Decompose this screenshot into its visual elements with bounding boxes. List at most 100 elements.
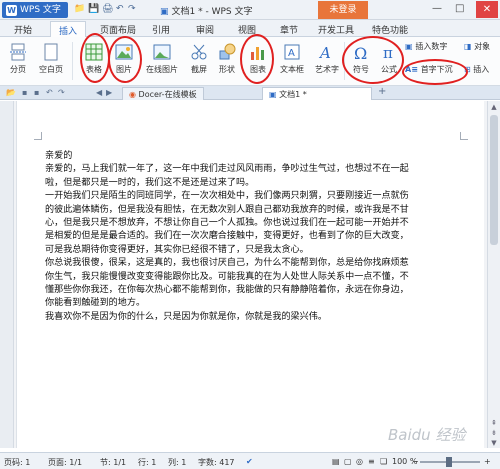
paragraph-line: 心，但是我只是不想放弃，不想让你自己一个人孤独。你也说过我们在一起可能一开始并不 — [45, 218, 409, 229]
status-row: 行: 1 — [138, 458, 157, 467]
zoom-in-icon[interactable]: + — [484, 457, 491, 466]
paragraph-line: 亲爱的 — [45, 151, 73, 161]
paragraph-line: 你能看到触碰到的地方。 — [45, 298, 146, 309]
screenshot-button[interactable]: 截屏 — [186, 42, 212, 75]
login-button[interactable]: 未登录 — [318, 1, 368, 19]
zoom-slider-thumb[interactable] — [446, 457, 452, 467]
annotation-circle-chart — [240, 34, 274, 84]
tab-home[interactable]: 开始 — [14, 23, 32, 36]
undo-small-icon[interactable]: ↶ — [46, 88, 53, 97]
paragraph-line: 可是我总期待你变得更好，其实你已经很不错了，只是我太贪心。 — [45, 244, 309, 255]
tab-document1[interactable]: ▣ 文档1 * — [262, 87, 372, 100]
wps-logo-icon: W — [6, 5, 17, 16]
paragraph-line: 懂那些你你我还，在你每次热心都不能帮到你，我能做的只有静静陪着你，永远在你身边， — [45, 285, 409, 296]
app-menu-button[interactable]: WWPS 文字 ▾ — [2, 2, 68, 31]
window-title: ▣ 文档1 * - WPS 文字 — [160, 7, 253, 17]
annotation-circle-picture — [108, 36, 142, 83]
paragraph-line: 亲爱的，马上我们就一年了，这一年中我们走过风风雨雨，争吵过生气过，也想过不在一起 — [45, 164, 409, 175]
tab-developer[interactable]: 开发工具 — [318, 23, 354, 36]
paragraph-line: 的彼此遍体鳞伤，但是我没有胆怯，在无数次别人跟自己都劝我放弃的时候，或许我是不甘 — [45, 204, 409, 215]
tab-review[interactable]: 审阅 — [196, 23, 214, 36]
textbox-button[interactable]: A 文本框 — [275, 42, 309, 75]
status-col: 列: 1 — [168, 458, 187, 467]
blank-page-icon — [44, 43, 58, 61]
scrollbar-thumb[interactable] — [490, 115, 498, 245]
scroll-down-icon[interactable]: ▼ — [488, 439, 500, 447]
insert-number-button[interactable]: ▣ 插入数字 — [405, 41, 465, 52]
document-tab-bar: 📂 ▪ ▪ ↶ ↷ ◀ ▶ ◉ Docer-在线模板 ▣ 文档1 * + — [0, 86, 500, 100]
save-icon[interactable]: 💾 — [88, 4, 99, 14]
paragraph-line: 我喜欢你不是因为你的什么，只是因为你就是你，你就是我的梁兴伟。 — [45, 311, 327, 322]
spellcheck-icon[interactable]: ✔ — [246, 457, 253, 466]
close-button[interactable]: ✕ — [476, 1, 498, 18]
shapes-button[interactable]: 形状 — [214, 42, 240, 75]
scroll-up-icon[interactable]: ▲ — [488, 103, 500, 111]
margin-corner-mark — [34, 132, 42, 140]
nav-right-icon[interactable]: ▶ — [106, 88, 112, 97]
folder-icon[interactable]: 📂 — [6, 88, 16, 97]
view-read-icon[interactable]: ❏ — [380, 457, 387, 466]
tab-special[interactable]: 特色功能 — [372, 23, 408, 36]
print-small-icon[interactable]: ▪ — [34, 88, 39, 97]
undo-icon[interactable]: ↶ — [116, 4, 124, 14]
redo-small-icon[interactable]: ↷ — [58, 88, 65, 97]
svg-text:A: A — [288, 48, 295, 59]
number-icon: ▣ — [405, 42, 416, 51]
tab-docer-templates[interactable]: ◉ Docer-在线模板 — [122, 87, 204, 100]
new-tab-button[interactable]: + — [378, 86, 386, 97]
baidu-watermark: Baidu 经验 — [388, 426, 466, 444]
page-break-icon — [10, 43, 26, 61]
view-web-icon[interactable]: ◎ — [356, 457, 363, 466]
svg-text:A: A — [318, 44, 331, 62]
blank-page-button[interactable]: 空白页 — [34, 42, 68, 75]
tab-references[interactable]: 引用 — [152, 23, 170, 36]
wordart-button[interactable]: A 艺术字 — [310, 42, 344, 75]
toolbar-separator — [72, 42, 73, 80]
paragraph-line: 是相爱的但是是最合适的。我们在一次次磨合接触中，变得更好，也看到了你的巨大改变， — [45, 231, 409, 242]
status-words[interactable]: 字数: 417 — [198, 457, 235, 468]
page-break-button[interactable]: 分页 — [4, 42, 32, 75]
maximize-button[interactable]: □ — [455, 3, 464, 14]
paragraph-line: 你生气，我只能慢慢改变变得能跟你比及。可能我真的在为人处世人际关系中一点不懂，不 — [45, 271, 409, 282]
view-outline-icon[interactable]: ≡ — [368, 457, 375, 466]
annotation-circle-dropcap — [402, 59, 468, 85]
object-icon: ◨ — [464, 42, 475, 51]
prev-page-icon[interactable]: ⇞ — [488, 419, 500, 427]
document-icon: ▣ — [160, 7, 169, 17]
nav-left-icon[interactable]: ◀ — [96, 88, 102, 97]
save-small-icon[interactable]: ▪ — [22, 88, 27, 97]
paragraph-line: 你总说我很傻，很呆，这是真的，我也很讨厌自己，为什么不能帮到你，总是给你找麻烦惹 — [45, 258, 409, 269]
insert-more-button[interactable]: ⊞ 插入 — [464, 64, 500, 75]
status-pages: 页面: 1/1 — [48, 458, 83, 467]
minimize-button[interactable]: — — [432, 3, 442, 14]
annotation-circle-symbol-formula — [342, 36, 404, 84]
paragraph-line: 一开始我们只是陌生的同班同学，在一次次相处中，我们像两只刺猬，只要刚接近一点就伤 — [45, 191, 409, 202]
ribbon-tabs: 开始 插入 页面布局 引用 审阅 视图 章节 开发工具 特色功能 — [0, 20, 500, 38]
view-full-icon[interactable]: ▢ — [344, 457, 352, 466]
status-section: 节: 1/1 — [100, 458, 127, 467]
annotation-circle-table — [80, 33, 110, 83]
open-icon[interactable]: 📁 — [74, 4, 85, 14]
online-picture-icon — [153, 44, 171, 60]
online-picture-button[interactable]: 在线图片 — [142, 42, 182, 75]
tab-insert[interactable]: 插入 — [50, 21, 87, 38]
redo-icon[interactable]: ↷ — [128, 4, 136, 14]
view-print-icon[interactable]: ▤ — [332, 457, 340, 466]
zoom-out-icon[interactable]: − — [412, 457, 419, 466]
object-button[interactable]: ◨ 对象 — [464, 41, 500, 52]
margin-corner-mark — [460, 132, 468, 140]
vertical-scrollbar[interactable]: ▲ ⇞ ⇟ ▼ — [487, 101, 500, 448]
shapes-icon — [219, 43, 236, 60]
document-body[interactable]: 亲爱的 亲爱的，马上我们就一年了，这一年中我们走过风风雨雨，争吵过生气过，也想过… — [45, 150, 445, 324]
tab-page-layout[interactable]: 页面布局 — [100, 23, 136, 36]
print-icon[interactable]: 🖨 — [102, 4, 113, 14]
doc-small-icon: ▣ — [269, 90, 280, 99]
status-page: 页码: 1 — [4, 458, 31, 467]
wordart-icon: A — [318, 44, 331, 62]
next-page-icon[interactable]: ⇟ — [488, 429, 500, 437]
vertical-ruler — [0, 101, 14, 448]
status-bar: 页码: 1 页面: 1/1 节: 1/1 行: 1 列: 1 字数: 417 ✔… — [0, 452, 500, 469]
textbox-icon: A — [284, 44, 300, 60]
tab-chapter[interactable]: 章节 — [280, 23, 298, 36]
docer-icon: ◉ — [129, 90, 139, 99]
